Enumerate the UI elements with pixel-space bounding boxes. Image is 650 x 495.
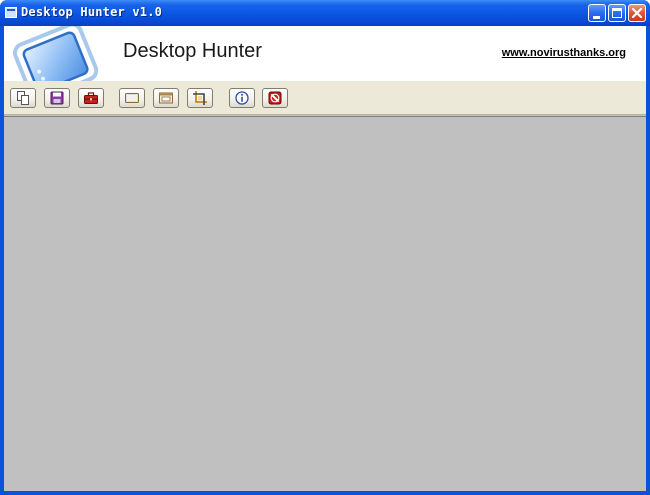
crop-icon (193, 91, 207, 105)
monitor-logo-icon (12, 26, 99, 81)
copy-button[interactable] (10, 88, 36, 108)
save-button[interactable] (44, 88, 70, 108)
capture-screen-icon (125, 93, 139, 103)
capture-window-icon (159, 92, 173, 104)
app-title: Desktop Hunter (123, 40, 262, 62)
minimize-button[interactable] (588, 4, 606, 22)
capture-window-button[interactable] (153, 88, 179, 108)
window-title: Desktop Hunter v1.0 (21, 5, 163, 19)
close-icon (631, 7, 643, 19)
maximize-button[interactable] (608, 4, 626, 22)
capture-screen-button[interactable] (119, 88, 145, 108)
copy-icon (17, 91, 29, 105)
client-area: Desktop Hunter www.novirusthanks.org (4, 26, 646, 491)
capture-region-button[interactable] (187, 88, 213, 108)
exit-button[interactable] (262, 88, 288, 108)
website-link[interactable]: www.novirusthanks.org (502, 47, 626, 59)
close-button[interactable] (628, 4, 646, 22)
exit-icon (268, 91, 282, 105)
capture-canvas[interactable] (4, 116, 646, 491)
toolbox-button[interactable] (78, 88, 104, 108)
title-bar[interactable]: Desktop Hunter v1.0 (0, 0, 650, 26)
toolbar (4, 81, 646, 115)
about-button[interactable] (229, 88, 255, 108)
minimize-icon (593, 16, 600, 19)
info-icon (235, 91, 249, 105)
maximize-icon (612, 8, 622, 18)
save-icon (50, 91, 64, 105)
app-header: Desktop Hunter www.novirusthanks.org (4, 26, 646, 81)
toolbox-icon (84, 92, 98, 104)
app-window-icon[interactable] (5, 7, 17, 18)
app-window: Desktop Hunter v1.0 Desktop Hunter www.n… (0, 0, 650, 495)
